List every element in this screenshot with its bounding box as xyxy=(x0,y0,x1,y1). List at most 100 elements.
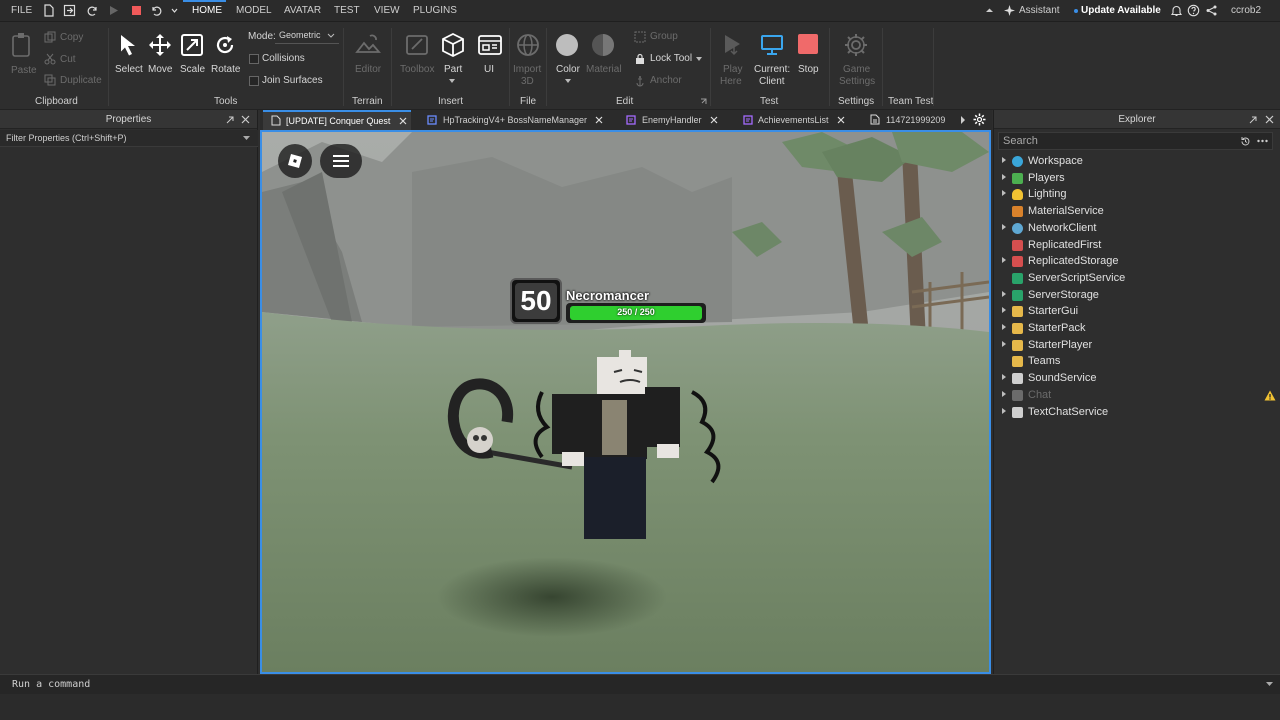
expand-arrow-icon[interactable] xyxy=(1002,157,1006,163)
expand-arrow-icon[interactable] xyxy=(1002,390,1006,397)
notifications-icon[interactable] xyxy=(1170,4,1183,17)
explorer-item-workspace[interactable]: Workspace xyxy=(994,153,1280,169)
tab-enemy-handler[interactable]: EnemyHandler xyxy=(616,110,726,130)
explorer-item-serverscriptservice[interactable]: ServerScriptService xyxy=(994,270,1280,286)
close-tab-icon[interactable] xyxy=(710,116,718,124)
expand-group-icon[interactable] xyxy=(700,98,707,105)
tab-conquer-quest[interactable]: [UPDATE] Conquer Quest xyxy=(263,110,411,130)
expand-arrow-icon[interactable] xyxy=(1002,340,1006,347)
chevron-down-icon[interactable] xyxy=(243,136,250,141)
ui-icon[interactable] xyxy=(477,32,503,58)
publish-icon[interactable] xyxy=(63,4,76,17)
expand-arrow-icon[interactable] xyxy=(1002,374,1006,381)
lock-tool-dropdown-icon[interactable] xyxy=(695,56,703,62)
close-icon[interactable] xyxy=(241,115,250,124)
color-icon[interactable] xyxy=(555,33,579,57)
stop-small-icon[interactable] xyxy=(130,4,143,17)
join-surfaces-checkbox[interactable] xyxy=(249,76,259,86)
select-icon[interactable] xyxy=(117,33,139,57)
move-icon[interactable] xyxy=(148,33,172,57)
explorer-item-lighting[interactable]: Lighting xyxy=(994,186,1280,202)
color-dropdown-icon[interactable] xyxy=(564,78,572,84)
explorer-item-players[interactable]: Players xyxy=(994,170,1280,186)
hamburger-menu-button[interactable] xyxy=(320,144,362,178)
import-3d-icon[interactable] xyxy=(515,32,541,58)
tab-model[interactable]: MODEL xyxy=(236,5,272,16)
lock-tool-label[interactable]: Lock Tool xyxy=(650,53,692,64)
lock-icon[interactable] xyxy=(634,53,646,65)
close-tab-icon[interactable] xyxy=(399,117,407,125)
tab-home[interactable]: HOME xyxy=(192,5,222,16)
material-icon[interactable] xyxy=(591,33,615,57)
game-viewport[interactable]: 50 Necromancer 250 / 250 xyxy=(260,130,991,674)
command-bar-input[interactable]: Run a command xyxy=(0,674,1280,694)
collisions-checkbox[interactable] xyxy=(249,54,259,64)
close-tab-icon[interactable] xyxy=(595,116,603,124)
expand-arrow-icon[interactable] xyxy=(1002,407,1006,414)
explorer-item-chat[interactable]: Chat xyxy=(994,387,1280,403)
cut-icon[interactable] xyxy=(44,53,56,65)
tab-view[interactable]: VIEW xyxy=(374,5,400,16)
expand-arrow-icon[interactable] xyxy=(1002,173,1006,180)
scroll-tabs-right-icon[interactable] xyxy=(960,116,966,124)
share-icon[interactable] xyxy=(1205,4,1218,17)
play-small-icon[interactable] xyxy=(107,4,120,17)
more-options-icon[interactable] xyxy=(1257,139,1268,143)
rotate-icon[interactable] xyxy=(213,33,237,57)
explorer-item-textchatservice[interactable]: TextChatService xyxy=(994,404,1280,420)
tab-settings-gear-icon[interactable] xyxy=(973,113,986,126)
explorer-item-replicatedstorage[interactable]: ReplicatedStorage xyxy=(994,253,1280,269)
username-label[interactable]: ccrob2 xyxy=(1231,5,1261,16)
tab-plugins[interactable]: PLUGINS xyxy=(413,5,457,16)
terrain-editor-icon[interactable] xyxy=(355,32,381,58)
explorer-item-networkclient[interactable]: NetworkClient xyxy=(994,220,1280,236)
explorer-item-soundservice[interactable]: SoundService xyxy=(994,370,1280,386)
expand-arrow-icon[interactable] xyxy=(1002,257,1006,264)
collapse-ribbon-icon[interactable] xyxy=(983,4,996,17)
redo-icon[interactable] xyxy=(86,4,99,17)
expand-arrow-icon[interactable] xyxy=(1002,190,1006,197)
tab-achievements-list[interactable]: AchievementsList xyxy=(733,110,853,130)
close-icon[interactable] xyxy=(1265,115,1274,124)
undock-icon[interactable] xyxy=(226,115,235,124)
copy-icon[interactable] xyxy=(44,31,56,43)
expand-arrow-icon[interactable] xyxy=(1002,324,1006,330)
part-dropdown-icon[interactable] xyxy=(448,78,456,84)
explorer-item-teams[interactable]: Teams xyxy=(994,353,1280,369)
help-icon[interactable] xyxy=(1187,4,1200,17)
part-icon[interactable] xyxy=(440,32,466,58)
tab-test[interactable]: TEST xyxy=(334,5,360,16)
explorer-item-startergui[interactable]: StarterGui xyxy=(994,303,1280,319)
toolbox-icon[interactable] xyxy=(404,32,430,58)
tab-hptracking-script[interactable]: HpTrackingV4+ BossNameManager xyxy=(417,110,609,130)
current-client-icon[interactable] xyxy=(760,33,784,57)
paste-icon[interactable] xyxy=(10,32,34,58)
file-menu[interactable]: FILE xyxy=(11,5,32,16)
play-here-icon[interactable] xyxy=(720,32,746,58)
expand-arrow-icon[interactable] xyxy=(1002,290,1006,297)
tab-avatar[interactable]: AVATAR xyxy=(284,5,321,16)
game-settings-icon[interactable] xyxy=(843,32,869,58)
group-icon[interactable] xyxy=(634,31,646,43)
explorer-item-serverstorage[interactable]: ServerStorage xyxy=(994,287,1280,303)
scale-icon[interactable] xyxy=(180,33,204,57)
assistant-icon[interactable] xyxy=(1003,4,1016,17)
anchor-icon[interactable] xyxy=(634,75,646,87)
duplicate-icon[interactable] xyxy=(44,74,56,86)
assistant-button[interactable]: Assistant xyxy=(1019,5,1060,16)
new-file-icon[interactable] xyxy=(42,4,55,17)
chevron-down-icon[interactable] xyxy=(1266,682,1273,687)
expand-arrow-icon[interactable] xyxy=(1002,223,1006,230)
stop-icon[interactable] xyxy=(797,33,819,55)
expand-arrow-icon[interactable] xyxy=(1002,307,1006,314)
update-available-button[interactable]: Update Available xyxy=(1081,5,1161,16)
tab-place-id[interactable]: 114721999209 xyxy=(860,110,946,130)
history-icon[interactable] xyxy=(1240,136,1251,147)
mode-select[interactable]: Geometric xyxy=(275,28,339,44)
explorer-item-replicatedfirst[interactable]: ReplicatedFirst xyxy=(994,237,1280,253)
explorer-search-input[interactable]: Search xyxy=(998,132,1273,150)
undo-icon[interactable] xyxy=(150,4,163,17)
explorer-item-starterpack[interactable]: StarterPack xyxy=(994,320,1280,336)
filter-properties-input[interactable]: Filter Properties (Ctrl+Shift+P) xyxy=(0,130,258,147)
quick-access-dropdown-icon[interactable] xyxy=(168,4,181,17)
